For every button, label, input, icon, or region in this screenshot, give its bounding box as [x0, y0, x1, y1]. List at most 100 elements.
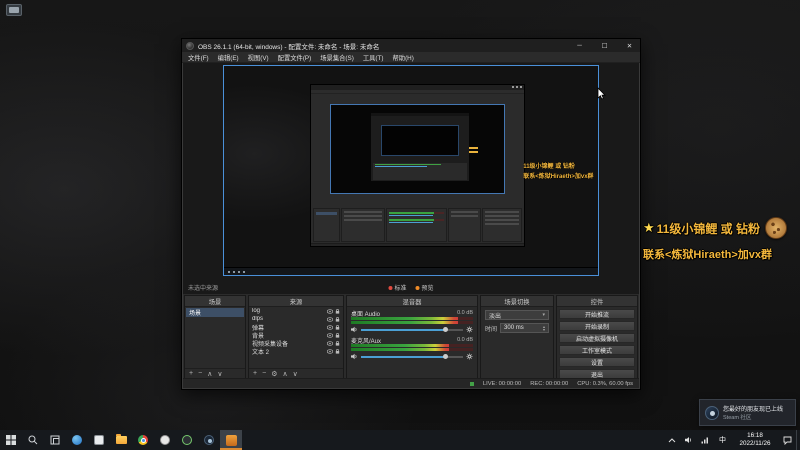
- source-row[interactable]: 文本 2: [249, 347, 343, 356]
- taskbar-app-obs-active[interactable]: [220, 430, 242, 450]
- source-up-button[interactable]: ∧: [282, 370, 287, 378]
- transitions-panel-title[interactable]: 场景切换: [481, 296, 553, 307]
- mixer-panel: 混音器 桌面 Audio 0.0 dB 麦克风/Aux 0.0 dB: [346, 295, 478, 379]
- transition-selected: 淡出: [489, 313, 502, 320]
- source-properties-button[interactable]: ⚙: [271, 370, 277, 378]
- menu-edit[interactable]: 编辑(E): [218, 53, 239, 62]
- slider-handle[interactable]: [442, 327, 448, 332]
- captured-meter: [389, 218, 444, 221]
- captured-overlay-line2: 联系<炼狱Hiraeth>加vx群: [523, 174, 594, 181]
- eye-icon[interactable]: [327, 348, 333, 354]
- gear-icon[interactable]: [466, 326, 473, 333]
- captured-volume-slider: [389, 221, 434, 223]
- steam-notification[interactable]: 您最好的朋友现已上线 Steam 社区: [699, 399, 796, 426]
- lock-icon[interactable]: [335, 348, 340, 354]
- scene-item[interactable]: 场景: [186, 308, 244, 317]
- menu-tools[interactable]: 工具(T): [363, 53, 384, 62]
- badge-standard-label: 标准: [394, 286, 407, 292]
- eye-icon[interactable]: [327, 324, 333, 330]
- scene-down-button[interactable]: ∨: [217, 370, 222, 378]
- preview-canvas[interactable]: 11级小锦鲤 或 钻粉 联系<炼狱Hiraeth>加vx群: [223, 65, 599, 276]
- eye-icon[interactable]: [327, 332, 333, 338]
- tray-expand-button[interactable]: [663, 430, 680, 450]
- taskbar-app-nvidia[interactable]: [176, 430, 198, 450]
- show-desktop-button[interactable]: [796, 430, 800, 450]
- badge-preview: 预览: [415, 283, 434, 292]
- captured-select: [450, 210, 479, 213]
- menu-view[interactable]: 视图(V): [248, 53, 269, 62]
- start-recording-button[interactable]: 开始录制: [559, 321, 635, 331]
- lock-icon[interactable]: [335, 340, 340, 346]
- volume-slider[interactable]: [361, 327, 463, 332]
- remove-scene-button[interactable]: −: [198, 370, 202, 377]
- browser-icon: [72, 435, 82, 445]
- transition-select[interactable]: 淡出 ▾: [485, 310, 549, 320]
- start-streaming-button[interactable]: 开始推流: [559, 309, 635, 319]
- source-down-button[interactable]: ∨: [293, 370, 298, 378]
- controls-panel-title[interactable]: 控件: [557, 296, 637, 307]
- action-center-button[interactable]: [779, 430, 796, 450]
- overlay-line1: ★ 11级小锦鲤 或 钻粉: [643, 217, 788, 239]
- tray-volume[interactable]: [680, 430, 697, 450]
- obs-window: OBS 26.1.1 (64-bit, windows) - 配置文件: 未命名…: [181, 38, 641, 390]
- speaker-icon[interactable]: [351, 326, 358, 333]
- remove-source-button[interactable]: −: [262, 370, 266, 377]
- minimize-button[interactable]: ─: [569, 39, 590, 52]
- add-source-button[interactable]: +: [253, 370, 257, 377]
- scene-up-button[interactable]: ∧: [207, 370, 212, 378]
- toast-line2: Steam 社区: [723, 415, 752, 421]
- menu-help[interactable]: 帮助(H): [392, 53, 413, 62]
- scenes-panel-title[interactable]: 场景: [185, 296, 245, 307]
- add-scene-button[interactable]: +: [189, 370, 193, 377]
- scenes-panel: 场景 场景 + − ∧ ∨: [184, 295, 246, 379]
- mixer-body: 桌面 Audio 0.0 dB 麦克风/Aux 0.0 dB: [347, 307, 477, 378]
- spinner-down-icon[interactable]: ▾: [543, 328, 545, 332]
- floating-window-icon[interactable]: [6, 4, 22, 16]
- maximize-button[interactable]: ☐: [594, 39, 615, 52]
- stream-overlay-text: ★ 11级小锦鲤 或 钻粉 联系<炼狱Hiraeth>加vx群: [643, 217, 788, 262]
- captured-meter: [389, 211, 444, 214]
- transitions-panel: 场景切换 淡出 ▾ 时间 300 ms ▴ ▾: [480, 295, 554, 379]
- controls-panel: 控件 开始推流 开始录制 启动虚拟摄像机 工作室模式 设置 退出: [556, 295, 638, 379]
- search-button[interactable]: [22, 430, 44, 450]
- lock-icon[interactable]: [335, 308, 340, 314]
- speaker-icon[interactable]: [351, 353, 358, 360]
- eye-icon[interactable]: [327, 308, 333, 314]
- task-view-button[interactable]: [44, 430, 66, 450]
- title-bar[interactable]: OBS 26.1.1 (64-bit, windows) - 配置文件: 未命名…: [182, 39, 640, 52]
- slider-handle[interactable]: [442, 354, 448, 359]
- close-button[interactable]: ✕: [619, 39, 640, 52]
- lock-icon[interactable]: [335, 316, 340, 322]
- menu-scene-collection[interactable]: 场景集合(S): [320, 53, 354, 62]
- mixer-panel-title[interactable]: 混音器: [347, 296, 477, 307]
- start-button[interactable]: [0, 430, 22, 450]
- captured-sources-dock: [341, 207, 386, 242]
- volume-slider[interactable]: [361, 354, 463, 359]
- gear-icon[interactable]: [466, 353, 473, 360]
- menu-profile[interactable]: 配置文件(P): [278, 53, 312, 62]
- taskbar-app-light[interactable]: [154, 430, 176, 450]
- mouse-cursor: [597, 87, 606, 105]
- taskbar-app-explorer[interactable]: [110, 430, 132, 450]
- spinner-arrows[interactable]: ▴ ▾: [543, 324, 545, 332]
- taskbar-app-browser[interactable]: [66, 430, 88, 450]
- source-row[interactable]: log: [249, 307, 343, 315]
- taskbar-app-window[interactable]: [88, 430, 110, 450]
- duration-spinner[interactable]: 300 ms ▴ ▾: [500, 323, 549, 333]
- virtual-camera-button[interactable]: 启动虚拟摄像机: [559, 333, 635, 343]
- lock-icon[interactable]: [335, 324, 340, 330]
- studio-mode-button[interactable]: 工作室模式: [559, 345, 635, 355]
- tray-network[interactable]: [697, 430, 714, 450]
- taskbar-app-chrome[interactable]: [132, 430, 154, 450]
- taskbar-clock[interactable]: 16:18 2022/11/26: [731, 430, 779, 450]
- eye-icon[interactable]: [327, 316, 333, 322]
- eye-icon[interactable]: [327, 340, 333, 346]
- menu-file[interactable]: 文件(F): [188, 53, 209, 62]
- badge-standard: 标准: [388, 283, 407, 292]
- settings-button[interactable]: 设置: [559, 357, 635, 367]
- lock-icon[interactable]: [335, 332, 340, 338]
- sources-panel-title[interactable]: 来源: [249, 296, 343, 307]
- language-indicator[interactable]: 中: [714, 430, 731, 450]
- exit-button[interactable]: 退出: [559, 369, 635, 378]
- taskbar-app-steam[interactable]: [198, 430, 220, 450]
